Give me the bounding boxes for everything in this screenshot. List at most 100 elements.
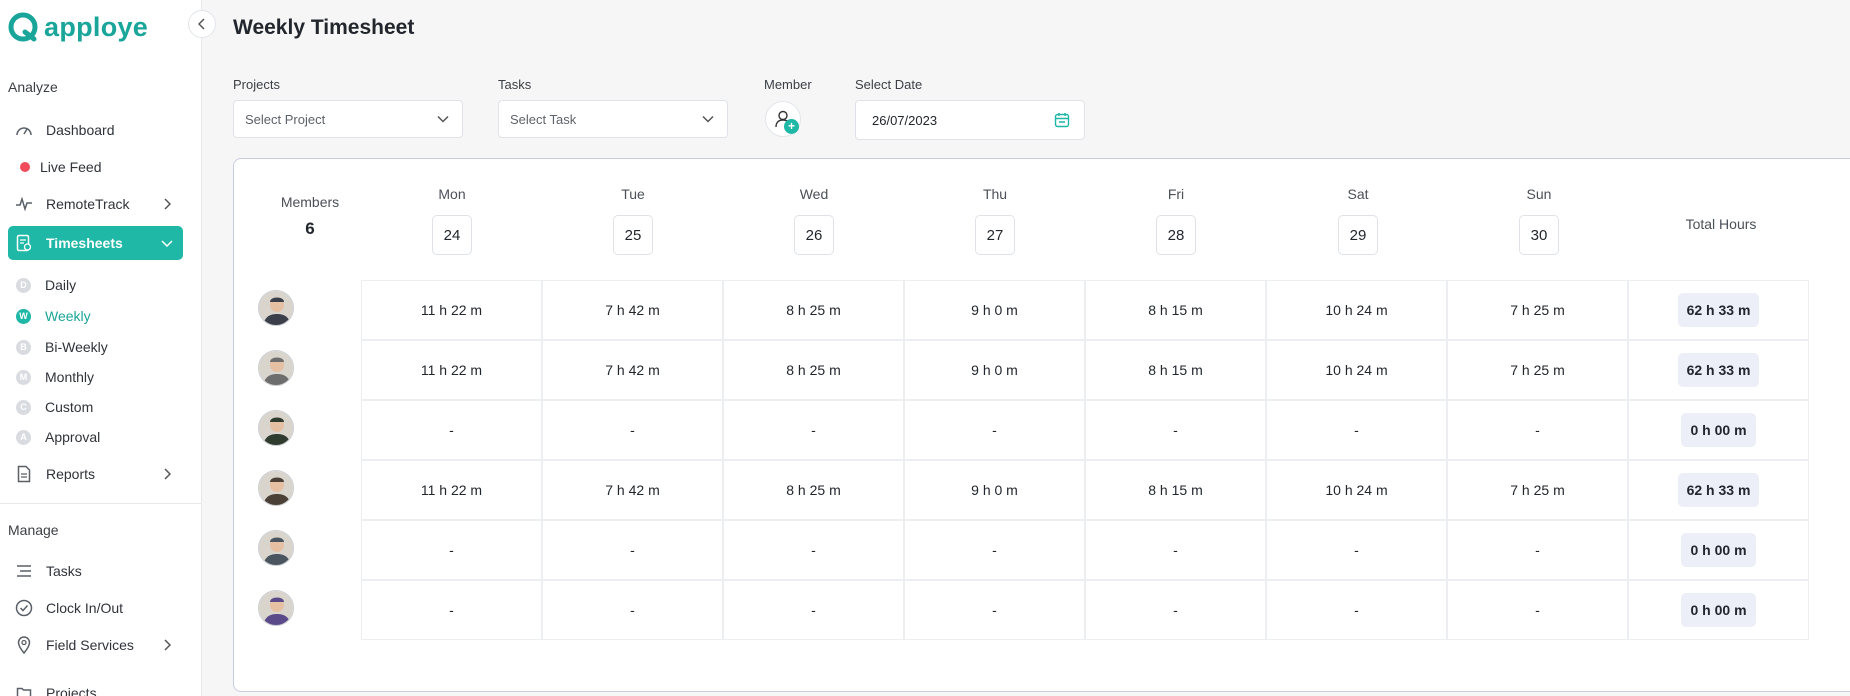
hours-cell[interactable]: 9 h 0 m <box>904 340 1085 400</box>
avatar[interactable] <box>258 410 294 446</box>
hours-cell[interactable]: 9 h 0 m <box>904 280 1085 340</box>
date-picker-input[interactable]: 26/07/2023 <box>855 100 1085 140</box>
avatar[interactable] <box>258 530 294 566</box>
total-cell: 0 h 00 m <box>1628 400 1809 460</box>
hours-cell[interactable]: 7 h 42 m <box>542 460 723 520</box>
total-hours-badge: 0 h 00 m <box>1681 413 1756 447</box>
hours-cell[interactable]: 9 h 0 m <box>904 460 1085 520</box>
hours-cell[interactable]: - <box>1085 580 1266 640</box>
hours-cell[interactable]: - <box>723 400 904 460</box>
avatar[interactable] <box>258 350 294 386</box>
hours-cell[interactable]: - <box>904 580 1085 640</box>
sidebar-subitem-bi-weekly[interactable]: B Bi-Weekly <box>16 334 108 360</box>
sidebar-subitem-weekly[interactable]: W Weekly <box>16 303 91 329</box>
hours-cell[interactable]: 10 h 24 m <box>1266 460 1447 520</box>
hours-cell[interactable]: 8 h 15 m <box>1085 460 1266 520</box>
sidebar-item-field-services[interactable]: Field Services <box>8 628 183 662</box>
calendar-icon <box>1054 113 1070 128</box>
hours-cell[interactable]: - <box>1085 520 1266 580</box>
sidebar-collapse-button[interactable] <box>188 10 216 38</box>
weekly-badge-icon: W <box>16 308 31 324</box>
hours-cell[interactable]: 10 h 24 m <box>1266 280 1447 340</box>
sidebar-item-timesheets[interactable]: Timesheets <box>8 226 183 260</box>
members-label: Members <box>280 194 340 210</box>
sidebar-item-label: Projects <box>46 685 97 696</box>
total-cell: 0 h 00 m <box>1628 520 1809 580</box>
hours-cell[interactable]: 8 h 25 m <box>723 460 904 520</box>
hours-cell[interactable]: - <box>361 580 542 640</box>
hours-cell[interactable]: 8 h 25 m <box>723 340 904 400</box>
sidebar-subitem-custom[interactable]: C Custom <box>16 394 93 420</box>
sidebar-item-label: Live Feed <box>40 159 102 175</box>
hours-cell[interactable]: - <box>361 400 542 460</box>
hours-cell[interactable]: - <box>542 520 723 580</box>
hours-cell[interactable]: 8 h 15 m <box>1085 280 1266 340</box>
sidebar-item-remotetrack[interactable]: RemoteTrack <box>8 187 183 221</box>
sidebar-item-reports[interactable]: Reports <box>8 457 183 491</box>
hours-cell[interactable]: - <box>1266 520 1447 580</box>
hours-cell[interactable]: - <box>542 400 723 460</box>
member-photo-icon <box>259 531 293 565</box>
hours-cell[interactable]: - <box>1447 580 1628 640</box>
day-name: Sun <box>1526 186 1552 202</box>
sidebar-subitem-approval[interactable]: A Approval <box>16 424 100 450</box>
tasks-icon <box>14 561 34 581</box>
sidebar-subitem-label: Approval <box>45 429 101 445</box>
day-name: Sat <box>1347 186 1369 202</box>
hours-cell[interactable]: 7 h 25 m <box>1447 340 1628 400</box>
hours-cell[interactable]: 11 h 22 m <box>361 460 542 520</box>
hours-cell[interactable]: - <box>904 400 1085 460</box>
hours-cell[interactable]: - <box>723 580 904 640</box>
task-select[interactable]: Select Task <box>498 100 728 138</box>
hours-cell[interactable]: - <box>1085 400 1266 460</box>
hours-cell[interactable]: 8 h 15 m <box>1085 340 1266 400</box>
day-name: Fri <box>1167 186 1185 202</box>
sidebar-item-dashboard[interactable]: Dashboard <box>8 113 183 147</box>
hours-cell[interactable]: 8 h 25 m <box>723 280 904 340</box>
total-hours-badge: 62 h 33 m <box>1677 353 1760 387</box>
total-cell: 62 h 33 m <box>1628 460 1809 520</box>
hours-cell[interactable]: 7 h 25 m <box>1447 460 1628 520</box>
member-photo-icon <box>259 351 293 385</box>
day-header-tue: Tue 25 <box>583 186 683 255</box>
hours-cell[interactable]: - <box>1266 580 1447 640</box>
sidebar-subitem-monthly[interactable]: M Monthly <box>16 364 94 390</box>
avatar[interactable] <box>258 470 294 506</box>
avatar[interactable] <box>258 290 294 326</box>
day-date: 29 <box>1338 215 1378 255</box>
hours-cell[interactable]: - <box>361 520 542 580</box>
chevron-right-icon <box>159 466 175 482</box>
hours-cell[interactable]: - <box>904 520 1085 580</box>
sidebar-item-clock-in-out[interactable]: Clock In/Out <box>8 591 183 625</box>
gauge-icon <box>14 120 34 140</box>
hours-cell[interactable]: - <box>1447 520 1628 580</box>
hours-cell[interactable]: - <box>1266 400 1447 460</box>
day-header-sun: Sun 30 <box>1489 186 1589 255</box>
hours-cell[interactable]: 7 h 42 m <box>542 280 723 340</box>
hours-cell[interactable]: 11 h 22 m <box>361 340 542 400</box>
add-member-icon[interactable]: + <box>784 119 799 134</box>
hours-cell[interactable]: 10 h 24 m <box>1266 340 1447 400</box>
avatar[interactable] <box>258 590 294 626</box>
hours-cell[interactable]: 7 h 42 m <box>542 340 723 400</box>
hours-cell[interactable]: 11 h 22 m <box>361 280 542 340</box>
sidebar-subitem-daily[interactable]: D Daily <box>16 272 76 298</box>
sidebar-item-tasks[interactable]: Tasks <box>8 554 183 588</box>
task-select-placeholder: Select Task <box>510 111 577 127</box>
hours-cell[interactable]: - <box>1447 400 1628 460</box>
hours-cell[interactable]: - <box>542 580 723 640</box>
sidebar-item-projects[interactable]: Projects <box>8 676 183 696</box>
sidebar-item-live-feed[interactable]: Live Feed <box>8 150 183 184</box>
table-row: 11 h 22 m7 h 42 m8 h 25 m9 h 0 m8 h 15 m… <box>258 460 1813 520</box>
brand-logo[interactable]: apploye <box>8 12 148 42</box>
table-row: -------0 h 00 m <box>258 400 1813 460</box>
hours-cell[interactable]: - <box>723 520 904 580</box>
sidebar-item-label: Tasks <box>46 563 82 579</box>
project-select[interactable]: Select Project <box>233 100 463 138</box>
day-date: 26 <box>794 215 834 255</box>
hours-cell[interactable]: 7 h 25 m <box>1447 280 1628 340</box>
clock-icon <box>14 598 34 618</box>
day-header-wed: Wed 26 <box>764 186 864 255</box>
bi-weekly-badge-icon: B <box>16 339 31 355</box>
sidebar-subitem-label: Monthly <box>45 369 95 385</box>
